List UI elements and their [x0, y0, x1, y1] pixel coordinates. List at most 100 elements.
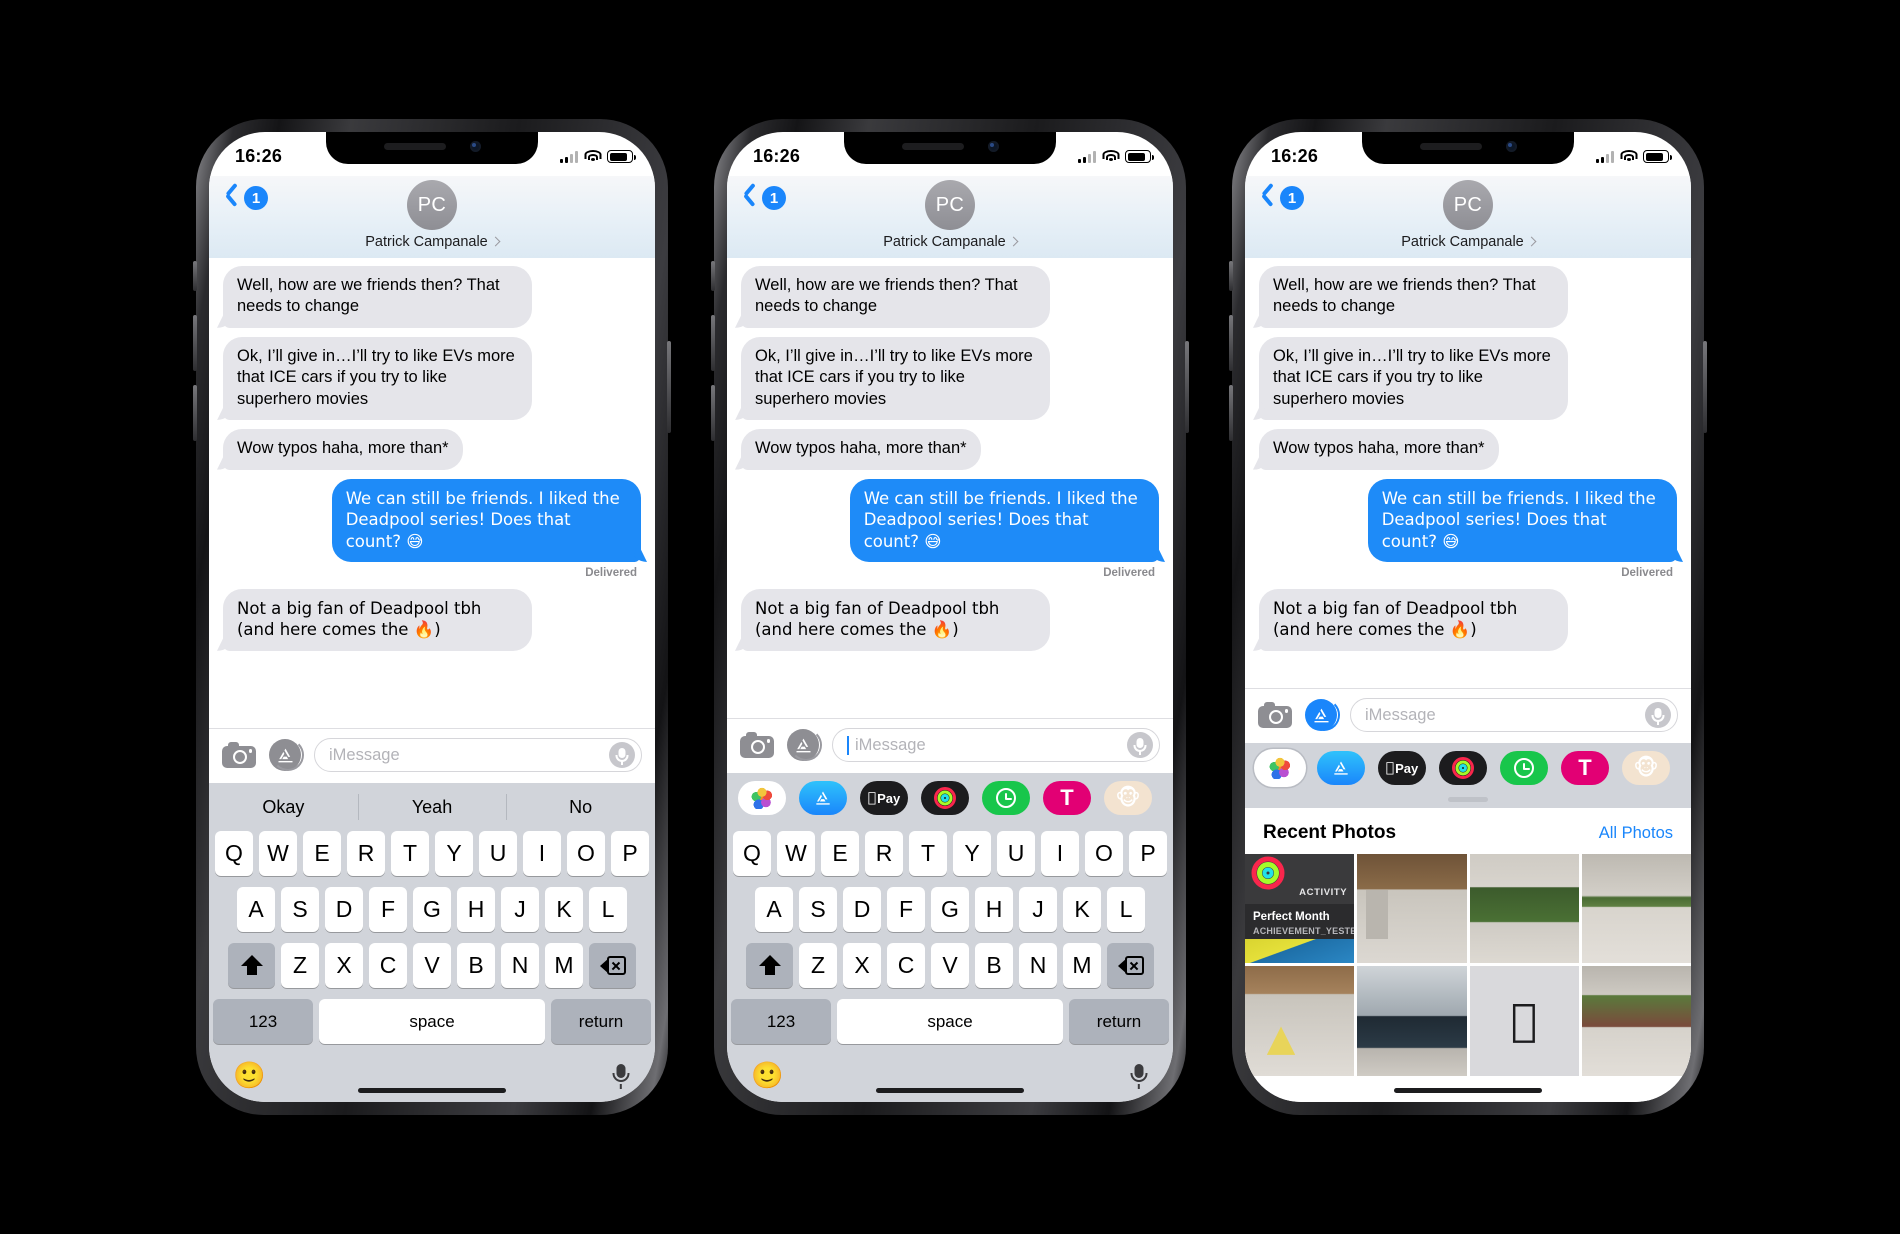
key-k[interactable]: K — [1063, 887, 1101, 932]
avatar[interactable]: PC — [407, 180, 457, 230]
imessage-app-drawer[interactable]: Pay T 🐵 — [727, 773, 1173, 823]
key-t[interactable]: T — [391, 831, 429, 876]
key-f[interactable]: F — [369, 887, 407, 932]
photo-tile[interactable] — [1245, 966, 1355, 1076]
volume-down-button[interactable] — [1229, 385, 1233, 441]
emoji-key[interactable]: 🙂 — [751, 1063, 783, 1089]
home-indicator[interactable] — [876, 1088, 1024, 1093]
key-s[interactable]: S — [799, 887, 837, 932]
key-r[interactable]: R — [347, 831, 385, 876]
key-a[interactable]: A — [755, 887, 793, 932]
backspace-key[interactable] — [589, 943, 636, 988]
key-w[interactable]: W — [259, 831, 297, 876]
key-u[interactable]: U — [997, 831, 1035, 876]
message-bubble-incoming[interactable]: Ok, I’ll give in…I’ll try to like EVs mo… — [741, 336, 1051, 421]
key-v[interactable]: V — [931, 943, 969, 988]
app-drawer-memoji-icon[interactable]: 🐵 — [1622, 751, 1670, 786]
message-bubble-incoming[interactable]: Well, how are we friends then? That need… — [1259, 266, 1569, 328]
app-drawer-photos-icon[interactable] — [738, 781, 786, 815]
key-r[interactable]: R — [865, 831, 903, 876]
key-v[interactable]: V — [413, 943, 451, 988]
message-bubble-incoming[interactable]: Not a big fan of Deadpool tbh (and here … — [223, 588, 533, 651]
camera-icon[interactable] — [1258, 702, 1292, 729]
mute-switch[interactable] — [711, 261, 715, 291]
message-input-field[interactable]: iMessage — [832, 728, 1160, 762]
message-bubble-incoming[interactable]: Well, how are we friends then? That need… — [223, 266, 533, 328]
key-h[interactable]: H — [975, 887, 1013, 932]
key-z[interactable]: Z — [799, 943, 837, 988]
message-input-field[interactable]: iMessage — [1350, 698, 1678, 733]
photo-tile[interactable] — [1357, 854, 1467, 964]
key-w[interactable]: W — [777, 831, 815, 876]
app-drawer-apple-pay-icon[interactable]: Pay — [1378, 751, 1426, 786]
key-y[interactable]: Y — [435, 831, 473, 876]
key-y[interactable]: Y — [953, 831, 991, 876]
app-drawer-clock-icon[interactable] — [982, 781, 1030, 815]
key-j[interactable]: J — [1019, 887, 1057, 932]
contact-header[interactable]: Patrick Campanale — [1245, 234, 1691, 250]
quicktype-suggestion-3[interactable]: No — [506, 797, 655, 818]
app-drawer-photos-icon[interactable] — [1256, 751, 1304, 786]
key-b[interactable]: B — [975, 943, 1013, 988]
space-key[interactable]: space — [319, 999, 545, 1044]
home-indicator[interactable] — [358, 1088, 506, 1093]
key-c[interactable]: C — [887, 943, 925, 988]
app-drawer-tmobile-icon[interactable]: T — [1043, 781, 1091, 815]
message-bubble-outgoing[interactable]: We can still be friends. I liked the Dea… — [849, 478, 1159, 562]
all-photos-button[interactable]: All Photos — [1599, 824, 1673, 843]
backspace-key[interactable] — [1107, 943, 1154, 988]
power-button[interactable] — [667, 341, 671, 433]
key-c[interactable]: C — [369, 943, 407, 988]
volume-up-button[interactable] — [711, 315, 715, 371]
message-input-field[interactable]: iMessage — [314, 738, 642, 772]
volume-down-button[interactable] — [711, 385, 715, 441]
app-drawer-apple-pay-icon[interactable]: Pay — [860, 781, 908, 815]
quicktype-suggestion-1[interactable]: Okay — [209, 797, 358, 818]
key-h[interactable]: H — [457, 887, 495, 932]
back-button[interactable]: 1 — [225, 186, 268, 210]
key-n[interactable]: N — [1019, 943, 1057, 988]
key-f[interactable]: F — [887, 887, 925, 932]
key-g[interactable]: G — [413, 887, 451, 932]
microphone-icon[interactable] — [1127, 732, 1153, 758]
photo-tile-apple-logo[interactable]:  — [1469, 966, 1579, 1076]
key-d[interactable]: D — [843, 887, 881, 932]
imessage-app-drawer[interactable]: Pay T 🐵 — [1245, 743, 1691, 794]
volume-down-button[interactable] — [193, 385, 197, 441]
key-m[interactable]: M — [1063, 943, 1101, 988]
photo-tile[interactable] — [1581, 966, 1691, 1076]
space-key[interactable]: space — [837, 999, 1063, 1044]
app-drawer-memoji-icon[interactable]: 🐵 — [1104, 781, 1152, 815]
photo-tile[interactable] — [1469, 854, 1579, 964]
camera-icon[interactable] — [222, 742, 256, 768]
contact-header[interactable]: Patrick Campanale — [727, 234, 1173, 250]
key-z[interactable]: Z — [281, 943, 319, 988]
key-e[interactable]: E — [821, 831, 859, 876]
numbers-key[interactable]: 123 — [213, 999, 313, 1044]
key-o[interactable]: O — [1085, 831, 1123, 876]
shift-key[interactable] — [228, 943, 275, 988]
message-bubble-incoming[interactable]: Not a big fan of Deadpool tbh (and here … — [741, 588, 1051, 651]
mute-switch[interactable] — [1229, 261, 1233, 291]
key-e[interactable]: E — [303, 831, 341, 876]
avatar[interactable]: PC — [925, 180, 975, 230]
key-i[interactable]: I — [1041, 831, 1079, 876]
key-p[interactable]: P — [611, 831, 649, 876]
camera-icon[interactable] — [740, 732, 774, 758]
key-p[interactable]: P — [1129, 831, 1167, 876]
key-k[interactable]: K — [545, 887, 583, 932]
key-b[interactable]: B — [457, 943, 495, 988]
mute-switch[interactable] — [193, 261, 197, 291]
power-button[interactable] — [1703, 341, 1707, 433]
key-x[interactable]: X — [325, 943, 363, 988]
contact-header[interactable]: Patrick Campanale — [209, 234, 655, 250]
shift-key[interactable] — [746, 943, 793, 988]
key-s[interactable]: S — [281, 887, 319, 932]
key-i[interactable]: I — [523, 831, 561, 876]
key-t[interactable]: T — [909, 831, 947, 876]
key-g[interactable]: G — [931, 887, 969, 932]
message-bubble-incoming[interactable]: Wow typos haha, more than* — [1259, 429, 1499, 470]
app-store-icon[interactable] — [269, 739, 304, 771]
key-o[interactable]: O — [567, 831, 605, 876]
message-thread[interactable]: Well, how are we friends then? That need… — [209, 258, 655, 728]
